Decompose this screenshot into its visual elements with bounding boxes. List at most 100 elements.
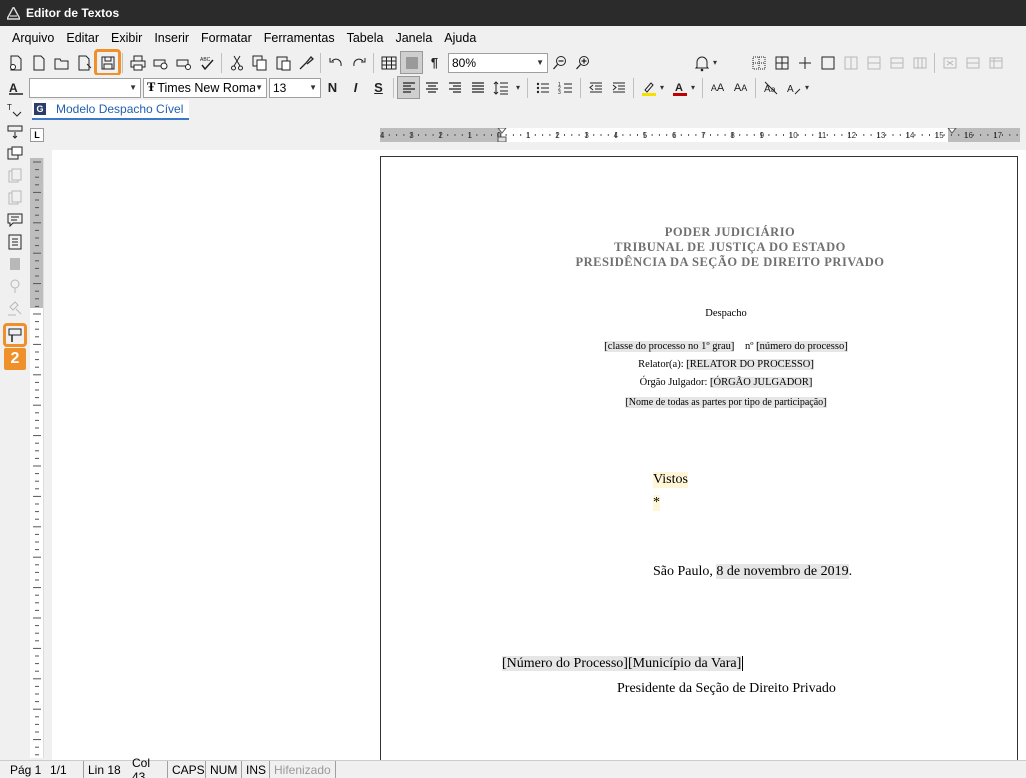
chevron-down-icon[interactable]: ▾ xyxy=(805,83,809,92)
paste-icon[interactable] xyxy=(271,51,294,74)
menu-editar[interactable]: Editar xyxy=(60,31,105,45)
delete-column-icon[interactable] xyxy=(961,51,984,74)
open-folder-icon[interactable] xyxy=(50,51,73,74)
tab-modelo-despacho-civel[interactable]: G Modelo Despacho Cível xyxy=(32,100,190,120)
document-tab-bar: G Modelo Despacho Cível xyxy=(30,100,1026,120)
spellcheck-icon[interactable]: ABC xyxy=(195,51,218,74)
numero-field[interactable]: [número do processo] xyxy=(756,341,848,352)
open-recent-icon[interactable] xyxy=(73,51,96,74)
print-settings-icon[interactable] xyxy=(172,51,195,74)
decrease-indent-icon[interactable] xyxy=(584,76,607,99)
bold-button[interactable]: N xyxy=(321,76,344,99)
merge-cells-icon[interactable] xyxy=(862,51,885,74)
styles-icon[interactable]: A xyxy=(4,76,27,99)
document-copies-icon[interactable] xyxy=(5,188,25,208)
menu-exibir[interactable]: Exibir xyxy=(105,31,148,45)
bullet-list-icon[interactable] xyxy=(531,76,554,99)
paragraph-style-select[interactable]: ▼ xyxy=(29,77,141,98)
menu-tabela[interactable]: Tabela xyxy=(341,31,390,45)
chevron-down-icon[interactable]: ▾ xyxy=(691,83,695,92)
show-formatting-icon[interactable]: ¶ xyxy=(423,51,446,74)
processo-number-field[interactable]: [Número do Processo] xyxy=(502,656,628,671)
table-borders-icon[interactable] xyxy=(770,51,793,74)
line-spacing-icon[interactable] xyxy=(489,76,512,99)
inner-borders-icon[interactable] xyxy=(793,51,816,74)
new-from-template-icon[interactable] xyxy=(4,51,27,74)
print-preview-icon[interactable] xyxy=(149,51,172,74)
grow-font-icon[interactable]: AA xyxy=(706,76,729,99)
svg-text:10: 10 xyxy=(789,131,798,140)
menu-janela[interactable]: Janela xyxy=(389,31,438,45)
document-gray-icon[interactable] xyxy=(5,254,25,274)
orgao-field[interactable]: [ÓRGÃO JULGADOR] xyxy=(710,377,813,388)
menu-inserir[interactable]: Inserir xyxy=(148,31,195,45)
comment-icon[interactable] xyxy=(5,210,25,230)
delete-row-icon[interactable] xyxy=(938,51,961,74)
shrink-font-icon[interactable]: AA xyxy=(729,76,752,99)
undo-icon[interactable] xyxy=(324,51,347,74)
clear-format-icon[interactable]: A xyxy=(782,76,805,99)
menu-ajuda[interactable]: Ajuda xyxy=(438,31,482,45)
zoom-select[interactable]: 80% ▼ xyxy=(448,52,548,73)
font-size-select[interactable]: 13 ▼ xyxy=(269,77,321,98)
insert-field-icon[interactable] xyxy=(5,122,25,142)
document-stack-icon[interactable] xyxy=(5,166,25,186)
font-color-icon[interactable]: A xyxy=(668,76,691,99)
change-case-icon[interactable]: Aa xyxy=(759,76,782,99)
partes-field[interactable]: [Nome de todas as partes por tipo de par… xyxy=(625,397,827,408)
horizontal-ruler[interactable]: 4 3 2 1 0 1 2 3 4 5 6 7 8 9 10 11 12 13 14 15 16 17 xyxy=(380,128,1020,142)
signature-tool-icon[interactable] xyxy=(3,323,27,347)
relator-field[interactable]: [RELATOR DO PROCESSO] xyxy=(686,359,814,370)
table-select-icon[interactable] xyxy=(747,51,770,74)
font-family-select[interactable]: Ŧ Times New Roman ▼ xyxy=(143,77,267,98)
zoom-in-icon[interactable] xyxy=(571,51,594,74)
municipio-field[interactable]: [Município da Vara] xyxy=(627,656,742,671)
document-page[interactable]: PODER JUDICIÁRIO TRIBUNAL DE JUSTIÇA DO … xyxy=(380,156,1018,760)
svg-text:A: A xyxy=(9,81,18,95)
italic-button[interactable]: I xyxy=(344,76,367,99)
table-properties-icon[interactable] xyxy=(984,51,1007,74)
date-field[interactable]: 8 de novembro de 2019 xyxy=(716,564,849,579)
insert-data-icon[interactable] xyxy=(5,144,25,164)
ruler-tab-selector[interactable]: L xyxy=(30,128,44,142)
split-cells-icon[interactable] xyxy=(839,51,862,74)
numbered-list-icon[interactable]: 123 xyxy=(554,76,577,99)
classe-field[interactable]: [classe do processo no 1º grau] xyxy=(604,341,735,352)
svg-text:A: A xyxy=(675,82,683,94)
zoom-out-icon[interactable] xyxy=(548,51,571,74)
align-center-icon[interactable] xyxy=(420,76,443,99)
chevron-down-icon[interactable]: ▾ xyxy=(660,83,664,92)
text-tool-icon[interactable]: T xyxy=(5,100,25,120)
underline-button[interactable]: S xyxy=(367,76,390,99)
outer-border-icon[interactable] xyxy=(816,51,839,74)
highlight-color-icon[interactable] xyxy=(637,76,660,99)
save-icon[interactable] xyxy=(94,49,121,76)
partes-line: [Nome de todas as partes por tipo de par… xyxy=(381,397,1026,408)
print-icon[interactable] xyxy=(126,51,149,74)
vertical-ruler[interactable] xyxy=(30,158,44,758)
notification-bell-icon[interactable] xyxy=(690,51,713,74)
insert-row-icon[interactable] xyxy=(885,51,908,74)
align-right-icon[interactable] xyxy=(443,76,466,99)
format-painter-icon[interactable] xyxy=(294,51,317,74)
redo-icon[interactable] xyxy=(347,51,370,74)
grid-toggle-icon[interactable] xyxy=(400,51,423,74)
insert-column-icon[interactable] xyxy=(908,51,931,74)
copy-icon[interactable] xyxy=(248,51,271,74)
document-work-area[interactable]: PODER JUDICIÁRIO TRIBUNAL DE JUSTIÇA DO … xyxy=(52,150,1026,760)
increase-indent-icon[interactable] xyxy=(607,76,630,99)
insert-table-icon[interactable] xyxy=(377,51,400,74)
document-list-icon[interactable] xyxy=(5,232,25,252)
align-left-icon[interactable] xyxy=(397,76,420,99)
chevron-down-icon[interactable]: ▾ xyxy=(713,58,717,67)
pin-icon[interactable] xyxy=(5,276,25,296)
chevron-down-icon[interactable]: ▾ xyxy=(516,83,520,92)
menu-bar: Arquivo Editar Exibir Inserir Formatar F… xyxy=(0,26,1026,50)
align-justify-icon[interactable] xyxy=(466,76,489,99)
gavel-icon[interactable] xyxy=(5,298,25,318)
new-document-icon[interactable] xyxy=(27,51,50,74)
menu-arquivo[interactable]: Arquivo xyxy=(6,31,60,45)
menu-ferramentas[interactable]: Ferramentas xyxy=(258,31,341,45)
menu-formatar[interactable]: Formatar xyxy=(195,31,258,45)
cut-icon[interactable] xyxy=(225,51,248,74)
